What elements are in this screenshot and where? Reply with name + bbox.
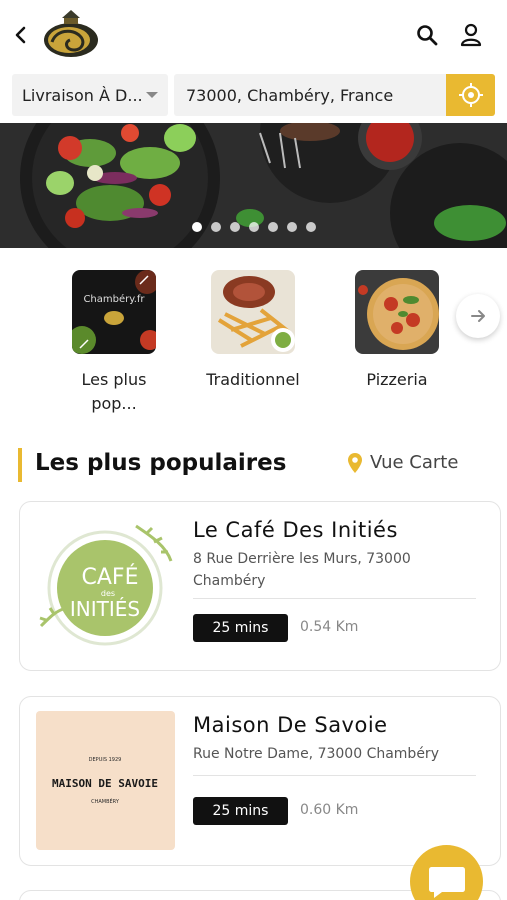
carousel-dot[interactable]: [267, 222, 278, 232]
restaurant-distance: 0.60 Km: [300, 802, 359, 818]
carousel-dot[interactable]: [191, 222, 202, 232]
account-button[interactable]: [456, 20, 486, 50]
app-header: [0, 0, 507, 72]
category-next-button[interactable]: [456, 294, 500, 338]
delivery-mode-select[interactable]: Livraison À D...: [12, 74, 168, 116]
section-accent-bar: [18, 448, 22, 482]
category-pizzeria[interactable]: Pizzeria: [337, 270, 457, 392]
chat-icon: [428, 866, 465, 898]
logo-text-main: MAISON DE SAVOIE: [52, 777, 158, 790]
arrow-right-icon: [471, 310, 485, 322]
restaurant-address: 8 Rue Derrière les Murs, 73000 Chambéry: [193, 551, 411, 589]
category-thumb-text: Chambéry.fr: [83, 293, 145, 305]
map-link-label: Vue Carte: [370, 452, 459, 473]
category-thumb: Chambéry.fr: [72, 270, 156, 354]
delivery-time-badge: 25 mins: [193, 797, 288, 825]
locate-button[interactable]: [446, 74, 495, 116]
chevron-left-icon: [15, 26, 26, 44]
map-pin-icon: [348, 452, 362, 473]
brand-logo[interactable]: [42, 8, 100, 58]
chevron-down-icon: [146, 92, 158, 98]
card-divider: [193, 598, 476, 599]
carousel-dot[interactable]: [229, 222, 240, 232]
restaurant-logo: DEPUIS 1929 MAISON DE SAVOIE CHAMBÉRY: [36, 711, 175, 850]
address-value: 73000, Chambéry, France: [186, 85, 394, 105]
carousel-dot[interactable]: [248, 222, 259, 232]
delivery-mode-label: Livraison À D...: [22, 85, 143, 105]
promo-banner[interactable]: [0, 123, 507, 248]
logo-text-bottom: CHAMBÉRY: [91, 797, 120, 805]
logo-text-top: DEPUIS 1929: [89, 757, 122, 763]
carousel-dot[interactable]: [286, 222, 297, 232]
carousel-dots: [0, 222, 507, 232]
category-les-plus-populaires[interactable]: Chambéry.fr Les plus pop...: [54, 270, 174, 416]
category-thumb: [211, 270, 295, 354]
search-icon: [417, 25, 438, 46]
search-button[interactable]: [412, 20, 442, 50]
logo-text-cafe: CAFÉ: [82, 564, 139, 590]
section-title: Les plus populaires: [35, 450, 287, 476]
address-input[interactable]: 73000, Chambéry, France: [174, 74, 446, 116]
category-thumb: [355, 270, 439, 354]
delivery-time-badge: 25 mins: [193, 614, 288, 642]
restaurant-name: Le Café Des Initiés: [193, 518, 398, 542]
carousel-dot[interactable]: [210, 222, 221, 232]
user-icon: [460, 23, 482, 47]
logo-text-inities: INITIÉS: [70, 597, 140, 621]
restaurant-address: Rue Notre Dame, 73000 Chambéry: [193, 746, 439, 762]
restaurant-name: Maison De Savoie: [193, 713, 388, 737]
category-traditionnel[interactable]: Traditionnel: [193, 270, 313, 392]
restaurant-card[interactable]: DEPUIS 1929 MAISON DE SAVOIE CHAMBÉRY Ma…: [19, 696, 501, 866]
map-view-link[interactable]: Vue Carte: [348, 452, 458, 473]
category-label: Les plus pop...: [81, 370, 147, 413]
category-label: Traditionnel: [206, 370, 300, 389]
restaurant-card[interactable]: CAFÉ des INITIÉS Le Café Des Initiés 8 R…: [19, 501, 501, 671]
back-button[interactable]: [6, 20, 36, 50]
restaurant-logo: CAFÉ des INITIÉS: [36, 516, 175, 655]
card-divider: [193, 775, 476, 776]
category-carousel: Chambéry.fr Les plus pop... Traditionnel: [0, 258, 507, 428]
restaurant-distance: 0.54 Km: [300, 619, 359, 635]
carousel-dot[interactable]: [305, 222, 316, 232]
category-label: Pizzeria: [366, 370, 428, 389]
crosshair-icon: [458, 83, 483, 107]
